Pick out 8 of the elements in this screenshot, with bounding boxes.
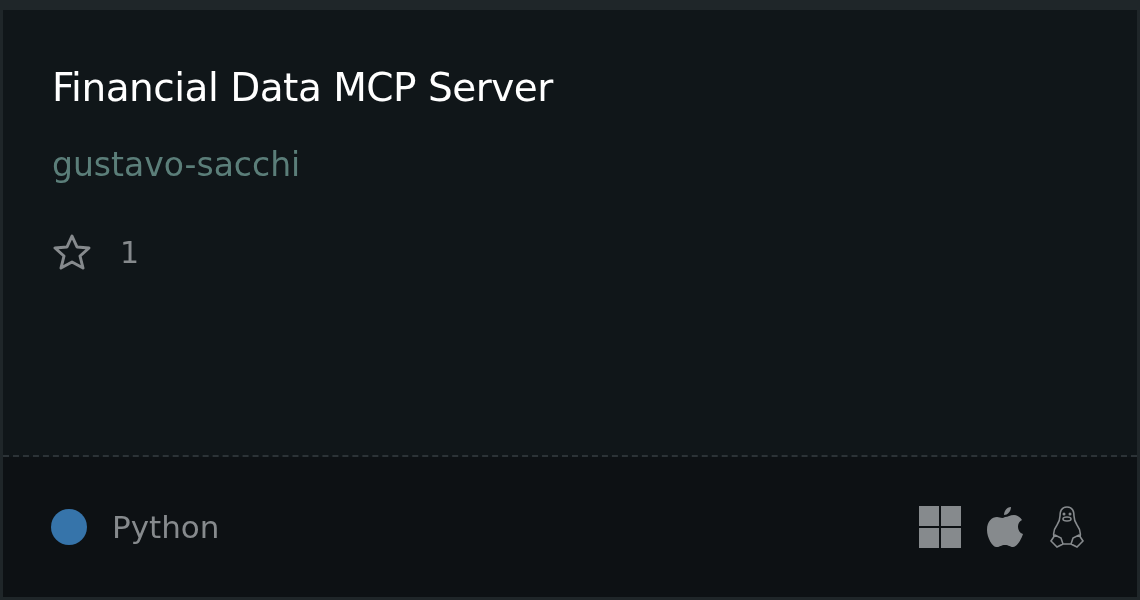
star-count: 1 bbox=[120, 234, 140, 270]
card-title: Financial Data MCP Server bbox=[52, 65, 555, 111]
author-link[interactable]: gustavo-sacchi bbox=[52, 145, 301, 185]
language-label: Python bbox=[112, 509, 221, 545]
penguin-icon bbox=[1049, 505, 1085, 549]
windows-icon bbox=[919, 506, 961, 548]
star-icon bbox=[52, 233, 92, 271]
apple-icon bbox=[987, 506, 1023, 548]
